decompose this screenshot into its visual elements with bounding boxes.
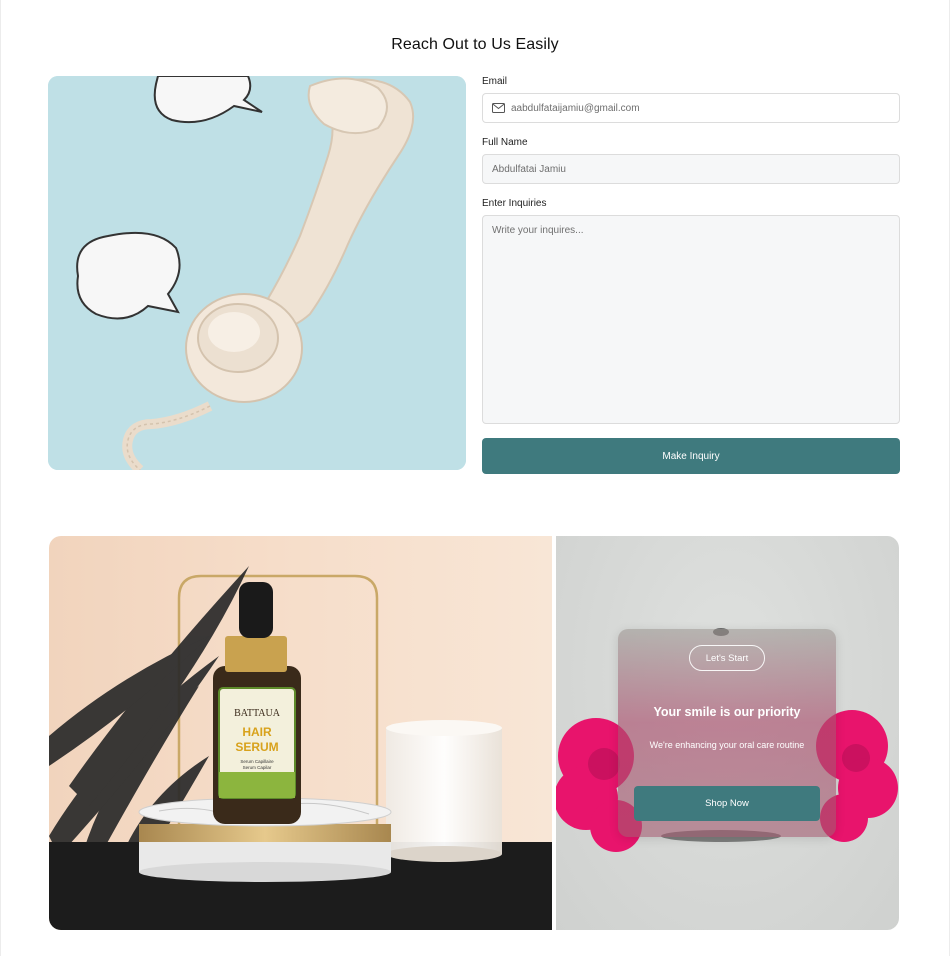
- shop-now-button[interactable]: Shop Now: [634, 786, 820, 821]
- mail-icon: [492, 103, 505, 113]
- promo-banner: BATTAUA HAIR SERUM Serum Capillaire Seru…: [49, 536, 899, 930]
- phone-image: [48, 76, 466, 470]
- product-name-line1: HAIR: [242, 725, 272, 739]
- inquiries-textarea[interactable]: Write your inquires...: [482, 215, 900, 424]
- promo-card: Let's Start Your smile is our priority W…: [618, 629, 836, 837]
- product-name-line2: SERUM: [235, 740, 278, 754]
- email-field[interactable]: aabdulfataijamiu@gmail.com: [482, 93, 900, 123]
- inquiry-form: Email aabdulfataijamiu@gmail.com Full Na…: [482, 76, 900, 474]
- hair-serum-image: BATTAUA HAIR SERUM Serum Capillaire Seru…: [49, 536, 552, 930]
- product-sub-1: Serum Capillaire: [240, 759, 274, 764]
- full-name-label: Full Name: [482, 137, 528, 148]
- inquiries-label: Enter Inquiries: [482, 198, 547, 209]
- lets-start-button[interactable]: Let's Start: [689, 645, 765, 671]
- full-name-field[interactable]: Abdulfatai Jamiu: [482, 154, 900, 184]
- section-title: Reach Out to Us Easily: [391, 36, 559, 53]
- promo-subtext: We're enhancing your oral care routine: [649, 740, 805, 750]
- product-sub-2: Serum Capilar: [243, 765, 272, 770]
- email-value: aabdulfataijamiu@gmail.com: [511, 102, 640, 114]
- full-name-value: Abdulfatai Jamiu: [492, 163, 566, 175]
- inquiries-placeholder: Write your inquires...: [492, 225, 584, 236]
- email-label: Email: [482, 76, 508, 87]
- make-inquiry-button[interactable]: Make Inquiry: [482, 438, 900, 474]
- promo-headline: Your smile is our priority: [653, 705, 801, 719]
- product-brand: BATTAUA: [234, 708, 281, 719]
- smile-promo-panel: Let's Start Your smile is our priority W…: [556, 536, 899, 930]
